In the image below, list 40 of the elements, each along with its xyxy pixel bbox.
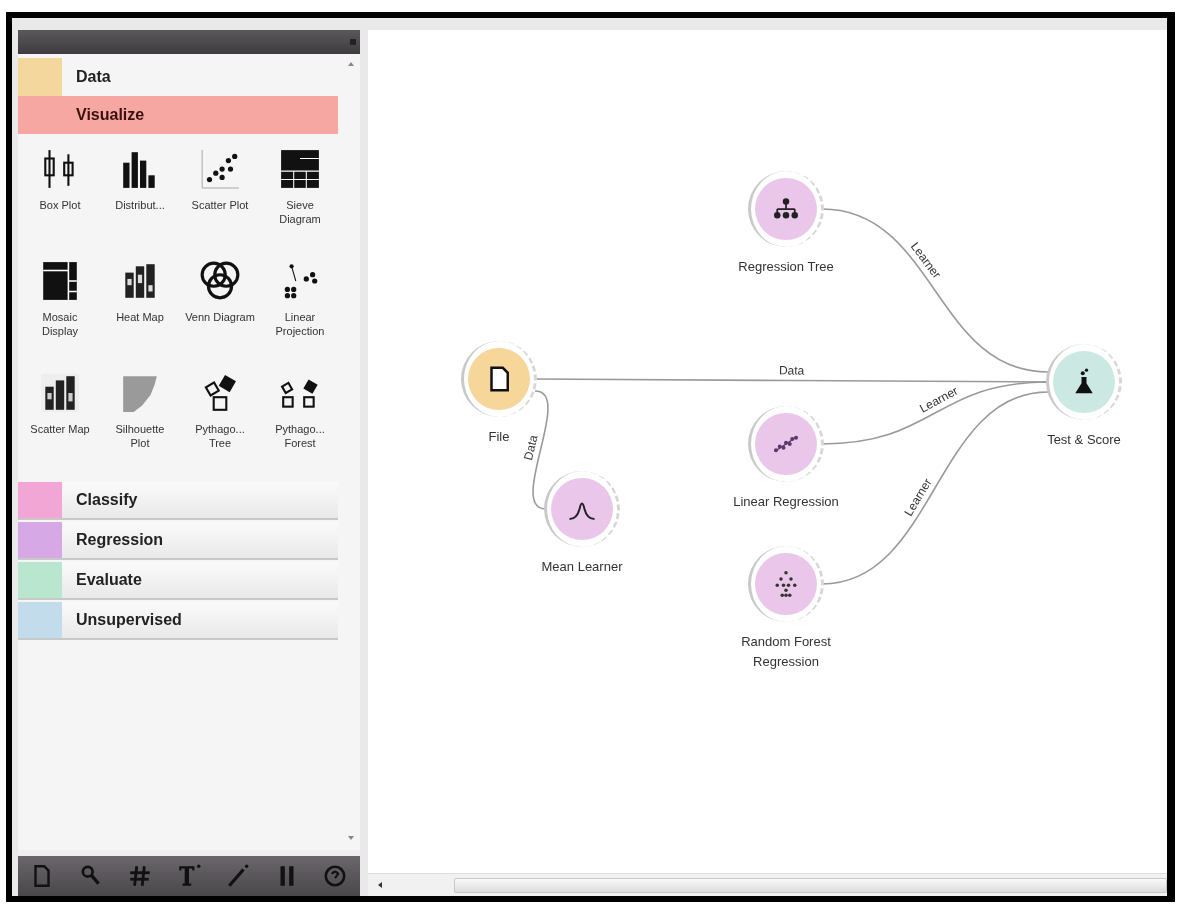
node-label: Regression Tree [737, 258, 835, 276]
scroll-up-arrow-icon[interactable] [348, 62, 354, 66]
horizontal-scrollbar[interactable] [368, 873, 1167, 896]
widget-node[interactable] [755, 553, 817, 615]
widget-tile[interactable]: Mosaic Display [20, 252, 100, 360]
widget-tile[interactable]: Linear Projection [260, 252, 340, 360]
widget-tile[interactable]: Heat Map [100, 252, 180, 360]
widget-node[interactable] [468, 348, 530, 410]
widget-tile[interactable]: Scatter Plot [180, 140, 260, 248]
widget-tile[interactable]: Silhouette Plot [100, 364, 180, 472]
category-row[interactable]: Data [18, 58, 338, 96]
widget-node[interactable] [755, 413, 817, 475]
heat-map-icon [39, 372, 81, 414]
widget-tile[interactable]: Pythago... Forest [260, 364, 340, 472]
category-row[interactable]: Evaluate [18, 562, 338, 600]
widget-node[interactable] [755, 178, 817, 240]
node-label: Test & Score [1046, 431, 1122, 449]
widget-node[interactable] [1053, 351, 1115, 413]
scroll-down-arrow-icon[interactable] [348, 836, 354, 840]
node-label: Mean Learner [540, 558, 624, 576]
widget-tile[interactable]: Distribut... [100, 140, 180, 248]
category-row[interactable]: Unsupervised [18, 602, 338, 640]
dock-handle-icon[interactable] [350, 39, 356, 45]
category-row[interactable]: Classify [18, 482, 338, 520]
grid-icon [279, 148, 321, 190]
scrollbar-thumb[interactable] [454, 878, 1167, 893]
widget-tile[interactable]: Venn Diagram [180, 252, 260, 360]
widget-tile[interactable]: Sieve Diagram [260, 140, 340, 248]
venn-diagram-icon [199, 260, 241, 302]
category-row[interactable]: Regression [18, 522, 338, 560]
widget-tile[interactable]: Box Plot [20, 140, 100, 248]
scatter-plot-icon [199, 148, 241, 190]
widget-tile[interactable]: Pythago... Tree [180, 364, 260, 472]
link-label: Data [778, 363, 805, 378]
widget-node[interactable] [551, 478, 613, 540]
node-label: Linear Regression [732, 493, 840, 511]
widget-tile[interactable]: Scatter Map [20, 364, 100, 472]
scroll-left-arrow-icon[interactable] [378, 882, 382, 888]
node-label: Random Forest Regression [740, 633, 832, 671]
link-label: Data [520, 433, 541, 462]
